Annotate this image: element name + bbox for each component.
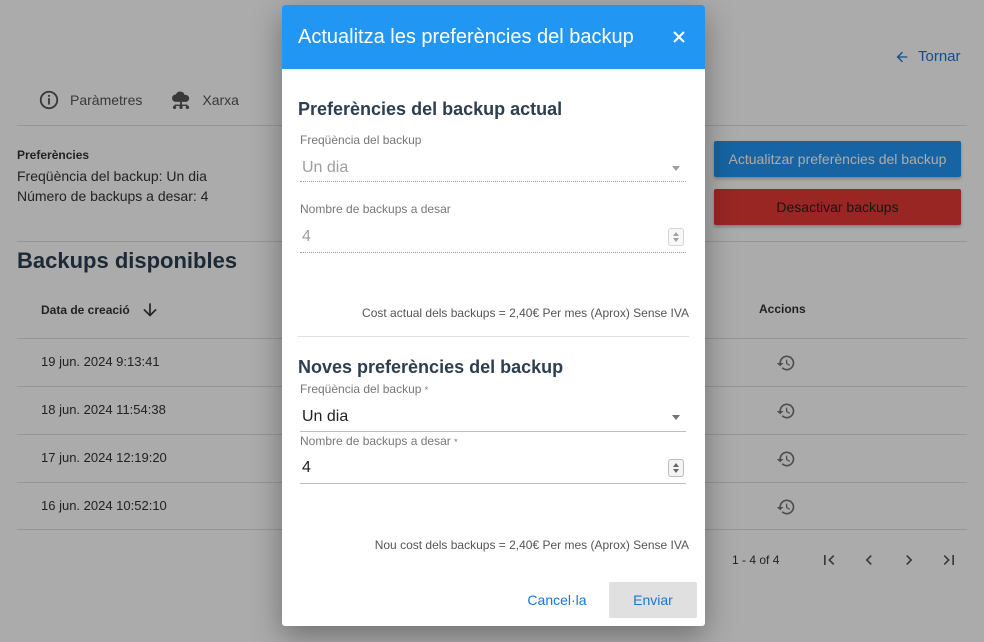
- new-cost-text: Nou cost dels backups = 2,40€ Per mes (A…: [374, 538, 689, 552]
- current-count-label: Nombre de backups a desar: [300, 202, 451, 216]
- field-underline: [300, 431, 686, 432]
- new-count-label: Nombre de backups a desar *: [300, 434, 458, 448]
- current-frequency-field: Freqüència del backup Un dia: [300, 133, 686, 183]
- field-underline: [300, 483, 686, 484]
- current-count-value: 4: [302, 228, 311, 245]
- update-backup-preferences-dialog: Actualitza les preferències del backup P…: [282, 5, 705, 626]
- new-count-value: 4: [302, 459, 311, 476]
- submit-button[interactable]: Enviar: [609, 582, 697, 618]
- current-preferences-heading: Preferències del backup actual: [298, 99, 563, 119]
- required-mark: *: [454, 437, 458, 447]
- cancel-button[interactable]: Cancel·la: [518, 582, 596, 618]
- current-cost-text: Cost actual dels backups = 2,40€ Per mes…: [362, 306, 689, 320]
- dialog-header: Actualitza les preferències del backup: [282, 5, 705, 69]
- dialog-title: Actualitza les preferències del backup: [298, 25, 634, 48]
- dialog-divider: [298, 336, 689, 337]
- new-frequency-select[interactable]: Freqüència del backup * Un dia: [300, 382, 686, 432]
- new-preferences-heading: Noves preferències del backup: [298, 357, 564, 377]
- new-frequency-label: Freqüència del backup *: [300, 382, 429, 396]
- number-stepper[interactable]: [668, 459, 684, 477]
- spinner-icon: [668, 228, 684, 246]
- new-count-input[interactable]: Nombre de backups a desar * 4: [300, 434, 686, 484]
- chevron-down-icon: [672, 166, 680, 171]
- required-mark: *: [424, 385, 429, 395]
- current-frequency-label: Freqüència del backup: [300, 133, 422, 147]
- current-frequency-value: Un dia: [302, 159, 349, 176]
- current-count-field: Nombre de backups a desar 4: [300, 202, 686, 254]
- close-icon: [673, 31, 685, 43]
- close-button[interactable]: [671, 29, 687, 45]
- chevron-down-icon: [672, 415, 680, 420]
- field-underline: [300, 252, 686, 253]
- field-underline: [300, 181, 686, 182]
- new-frequency-value: Un dia: [302, 408, 349, 425]
